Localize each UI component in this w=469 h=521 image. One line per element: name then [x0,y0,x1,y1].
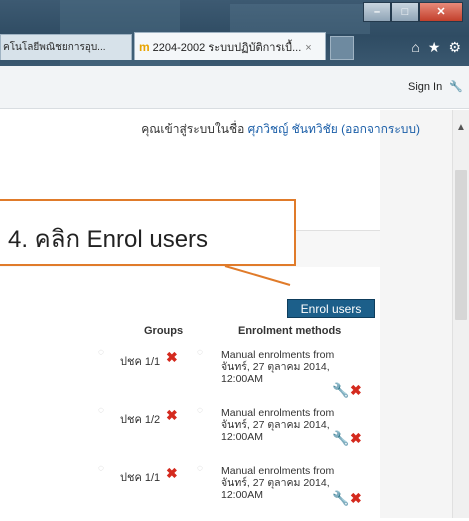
delete-method-icon[interactable]: ✖ [350,491,362,505]
delete-method-icon[interactable]: ✖ [350,431,362,445]
enrolment-methods-column-header: Enrolment methods [238,325,342,337]
move-handle-icon[interactable]: ◌ [197,464,206,474]
enrol-users-button[interactable]: Enrol users [287,299,375,318]
group-name: ปชค 1/2 [120,414,161,426]
delete-group-icon[interactable]: ✖ [166,408,178,422]
move-handle-icon[interactable]: ◌ [98,464,107,474]
move-handle-icon[interactable]: ◌ [98,348,107,358]
table-row: ◌ ปชค 1/2 ✖ ◌ Manual enrolments from จัน… [0,403,380,463]
table-row: ◌ ปชค 1/1 ✖ ◌ Manual enrolments from จัน… [0,345,380,405]
enrolment-method-text: Manual enrolments from จันทร์, 27 ตุลาคม… [221,349,335,385]
delete-method-icon[interactable]: ✖ [350,383,362,397]
edit-wrench-icon[interactable]: 🔧 [332,431,349,445]
move-handle-icon[interactable]: ◌ [197,348,206,358]
delete-group-icon[interactable]: ✖ [166,466,178,480]
groups-column-header: Groups [144,325,184,337]
move-handle-icon[interactable]: ◌ [98,406,107,416]
group-name: ปชค 1/1 [120,472,161,484]
group-name: ปชค 1/1 [120,356,161,368]
connector-line [224,265,291,286]
move-handle-icon[interactable]: ◌ [197,406,206,416]
edit-wrench-icon[interactable]: 🔧 [332,383,349,397]
edit-wrench-icon[interactable]: 🔧 [332,491,349,505]
table-row: ◌ ปชค 1/1 ✖ ◌ Manual enrolments from จัน… [0,461,380,521]
delete-group-icon[interactable]: ✖ [166,350,178,364]
